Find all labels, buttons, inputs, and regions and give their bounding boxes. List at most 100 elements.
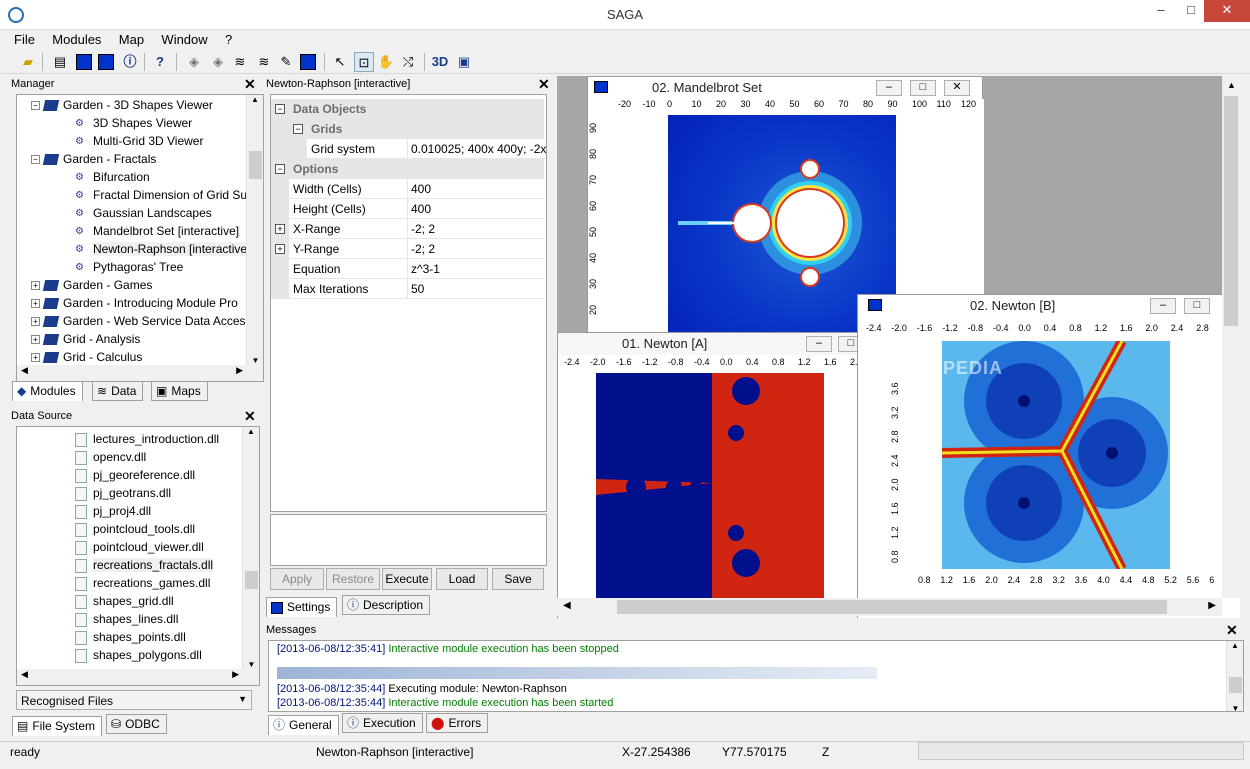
tree-module[interactable]: ⚙ Pythagoras' Tree [17,258,263,276]
file-item[interactable]: pj_proj4.dll [17,502,259,520]
tab-settings[interactable]: Settings [266,597,338,617]
tree-module[interactable]: ⚙ Bifurcation [17,168,263,186]
property-value[interactable]: 400 [411,202,431,216]
property-value[interactable]: -2; 2 [411,222,435,236]
property-value[interactable]: 50 [411,282,424,296]
newton-b-minimize-button[interactable]: – [1150,298,1176,314]
property-row[interactable]: Max Iterations 50 [271,279,544,299]
tree-group[interactable]: + Grid - Calculus [17,348,263,366]
tab-execution[interactable]: ⓘ Execution [342,713,423,733]
property-value[interactable]: 0.010025; 400x 400y; -2x - [411,142,546,156]
menu-help[interactable]: ? [225,30,232,47]
tab-file-system[interactable]: ▤ File System [12,716,103,736]
property-row[interactable]: Equation z^3-1 [271,259,544,279]
file-hscrollbar[interactable]: ◀ ▶ [17,669,259,685]
messages-close-icon[interactable]: ✕ [1226,623,1238,637]
menu-file[interactable]: File [14,30,35,47]
file-item[interactable]: shapes_points.dll [17,628,259,646]
layout-icon[interactable]: ▣ [454,52,474,72]
file-item[interactable]: pj_georeference.dll [17,466,259,484]
file-item[interactable]: shapes_grid.dll [17,592,259,610]
load-button[interactable]: Load [436,568,488,590]
settings-close-icon[interactable]: ✕ [538,77,550,91]
datasource-close-icon[interactable]: ✕ [244,409,256,423]
apply-button[interactable]: Apply [270,568,324,590]
select-cursor-icon[interactable]: ↖ [330,52,350,72]
print-icon[interactable]: ≋ [254,52,274,72]
file-item[interactable]: recreations_fractals.dll [17,556,259,574]
measure-tool-icon[interactable]: ⤭ [398,52,418,72]
menu-modules[interactable]: Modules [52,30,101,47]
property-row[interactable]: Height (Cells) 400 [271,199,544,219]
property-row[interactable]: + X-Range -2; 2 [271,219,544,239]
property-row[interactable]: + Y-Range -2; 2 [271,239,544,259]
manager-close-icon[interactable]: ✕ [244,77,256,91]
save-button[interactable]: Save [492,568,544,590]
collapse-icon[interactable]: − [31,155,40,165]
property-row[interactable]: Width (Cells) 400 [271,179,544,199]
messages-scrollbar[interactable]: ▲ ▼ [1226,641,1243,711]
file-item[interactable]: pointcloud_tools.dll [17,520,259,538]
manager-toggle-icon[interactable]: ▤ [50,52,70,72]
expand-icon[interactable]: + [31,317,40,327]
expand-icon[interactable]: + [31,299,40,309]
collapse-icon[interactable]: − [293,124,303,134]
newton-b-maximize-button[interactable]: □ [1184,298,1210,314]
tree-module[interactable]: ⚙ Newton-Raphson [interactive] [17,240,263,258]
close-button[interactable]: ✕ [1204,0,1250,22]
file-item[interactable]: recreations_games.dll [17,574,259,592]
datasource-toggle-icon[interactable] [76,54,92,70]
3d-view-icon[interactable]: 3D [430,52,450,72]
mdi-vscrollbar[interactable]: ▲ [1222,76,1240,598]
property-value[interactable]: z^3-1 [411,262,440,276]
file-scrollbar[interactable]: ▲ ▼ [242,427,259,669]
property-value[interactable]: -2; 2 [411,242,435,256]
collapse-icon[interactable]: − [31,101,40,111]
expand-icon[interactable]: + [275,244,285,254]
legend-icon[interactable]: ✎ [276,52,296,72]
expand-icon[interactable]: + [31,335,40,345]
expand-icon[interactable]: + [31,353,40,363]
help-icon[interactable]: ? [150,52,170,72]
tab-modules[interactable]: ◆ Modules [12,381,83,401]
file-item[interactable]: lectures_introduction.dll [17,430,259,448]
property-value[interactable]: 400 [411,182,431,196]
mandelbrot-close-button[interactable]: ✕ [944,80,970,96]
tab-odbc[interactable]: ⛁ ODBC [106,714,167,734]
file-item[interactable]: pointcloud_viewer.dll [17,538,259,556]
file-item[interactable]: shapes_polygons.dll [17,646,259,664]
tree-hscrollbar[interactable]: ◀ ▶ [17,365,263,381]
tree-group[interactable]: − Garden - Fractals [17,150,263,168]
mdi-hscrollbar[interactable]: ◀ ▶ [557,598,1222,616]
restore-button[interactable]: Restore [326,568,380,590]
map-window-newton-b[interactable]: 02. Newton [B] – □ -2.4 -2.0 -1.6 -1.2 -0.8-… [857,294,1240,618]
file-item[interactable]: pj_geotrans.dll [17,484,259,502]
tree-module[interactable]: ⚙ Fractal Dimension of Grid Surf [17,186,263,204]
tab-errors[interactable]: ⬤ Errors [426,713,489,733]
tree-module[interactable]: ⚙ Gaussian Landscapes [17,204,263,222]
file-filter-select[interactable]: Recognised Files ▼ [16,690,252,710]
expand-icon[interactable]: + [275,224,285,234]
collapse-icon[interactable]: − [275,164,285,174]
open-icon[interactable]: ▰ [18,52,38,72]
tree-module[interactable]: ⚙ 3D Shapes Viewer [17,114,263,132]
tree-module[interactable]: ⚙ Multi-Grid 3D Viewer [17,132,263,150]
tab-description[interactable]: ⓘ Description [342,595,431,615]
messages-toggle-icon[interactable] [98,54,114,70]
file-item[interactable]: opencv.dll [17,448,259,466]
tree-module[interactable]: ⚙ Mandelbrot Set [interactive] [17,222,263,240]
tree-group[interactable]: + Garden - Introducing Module Pro [17,294,263,312]
menu-map[interactable]: Map [119,30,144,47]
property-row[interactable]: Grid system 0.010025; 400x 400y; -2x - [271,139,546,159]
mandelbrot-maximize-button[interactable]: □ [910,80,936,96]
collapse-icon[interactable]: − [275,104,285,114]
tree-group[interactable]: + Garden - Web Service Data Access [17,312,263,330]
map-view-icon[interactable] [300,54,316,70]
tab-data[interactable]: ≋ Data [92,381,144,401]
execute-button[interactable]: Execute [382,568,432,590]
properties-icon[interactable]: ⓘ [120,52,140,72]
tree-group[interactable]: + Garden - Games [17,276,263,294]
tab-general[interactable]: ⓘ General [268,715,339,735]
tab-maps[interactable]: ▣ Maps [151,381,208,401]
menu-window[interactable]: Window [161,30,207,47]
